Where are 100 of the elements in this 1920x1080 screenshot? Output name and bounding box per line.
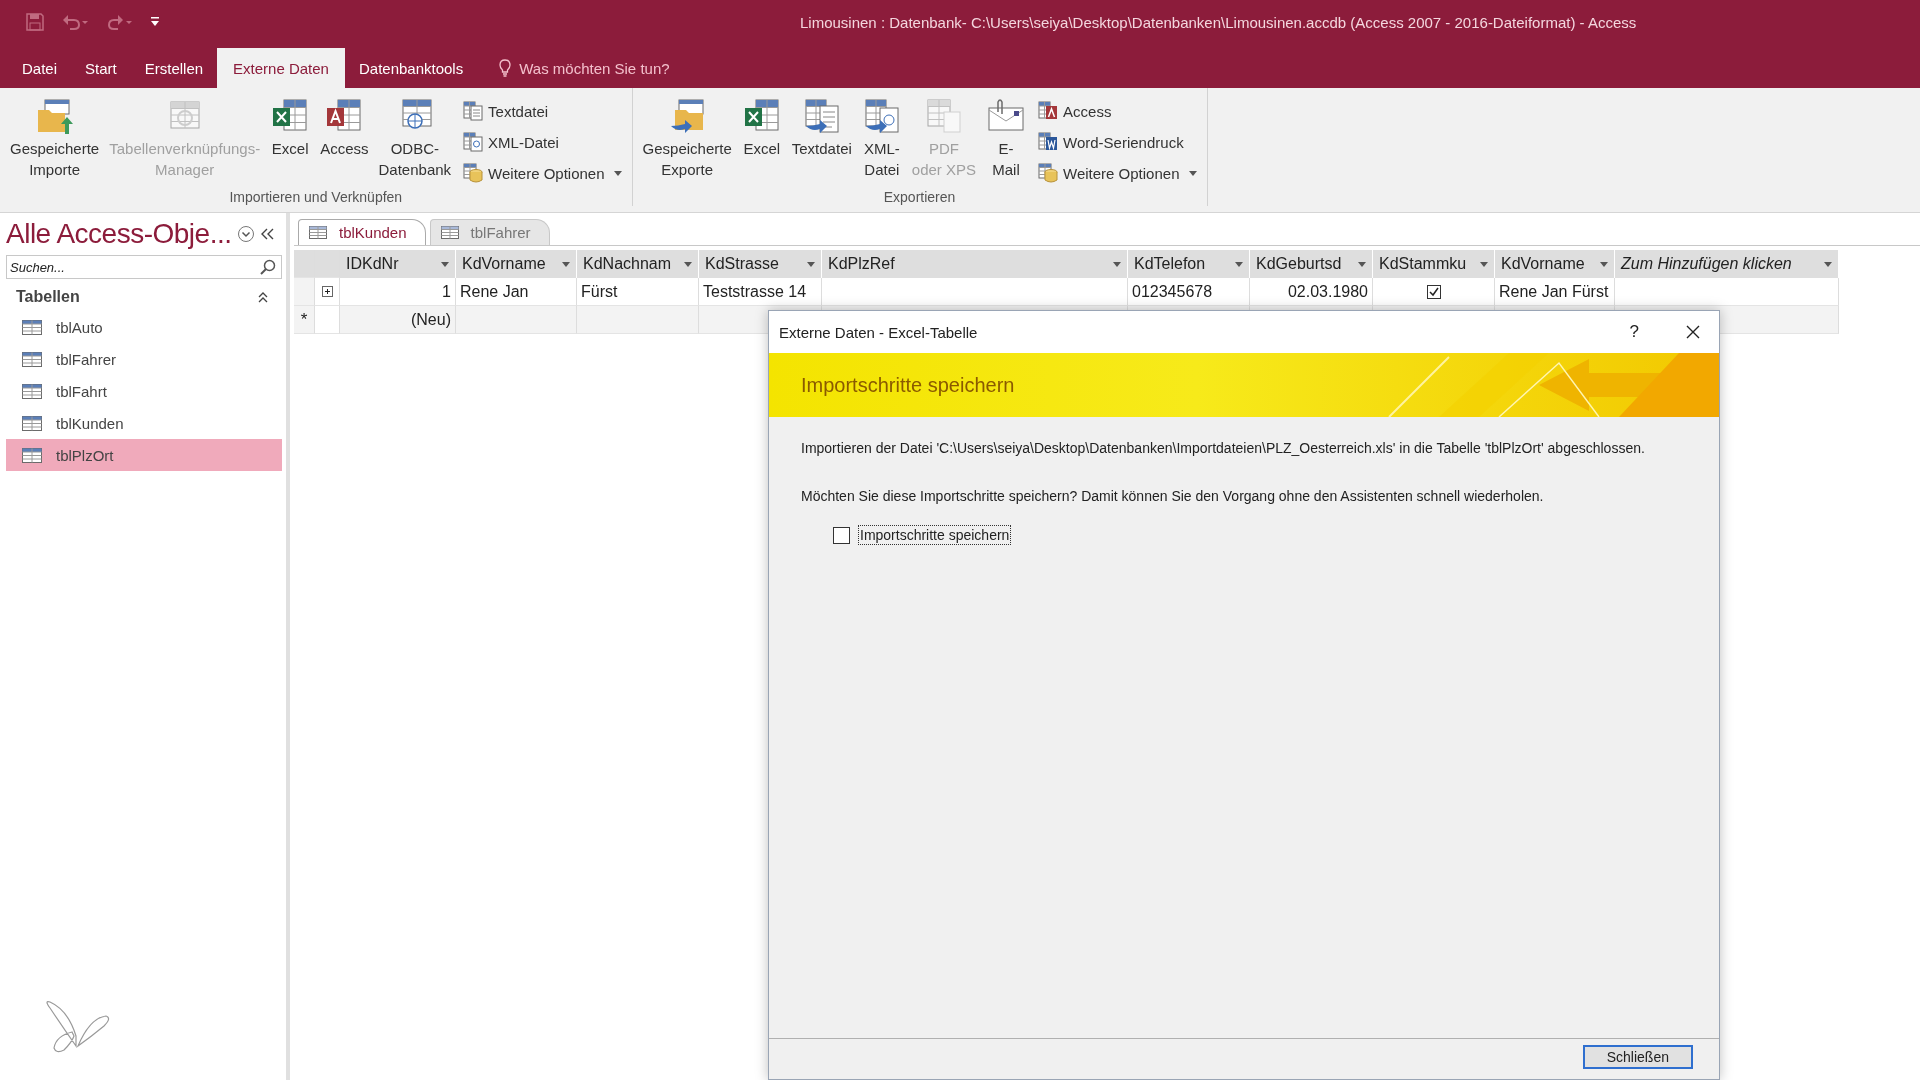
ribbon-button[interactable]: Textdatei bbox=[463, 98, 622, 124]
navigation-item[interactable]: tblPlzOrt bbox=[6, 439, 282, 471]
message-text: Importieren der Datei 'C:\Users\seiya\Desktop\Datenbanken\Importdateien\PLZ_Oesterreich.xls' in die Tabelle 'tblPlzOrt' abgeschlossen. bbox=[801, 439, 1646, 457]
collapse-icon[interactable] bbox=[261, 228, 276, 240]
item-label: tblFahrt bbox=[56, 382, 107, 400]
database-icon bbox=[1038, 163, 1059, 183]
table-icon bbox=[22, 319, 42, 335]
column-header[interactable]: KdGeburtsd bbox=[1250, 250, 1373, 278]
header-label: KdStrasse bbox=[705, 255, 779, 273]
help-button[interactable]: ? bbox=[1629, 322, 1639, 342]
document-icon bbox=[463, 132, 484, 152]
ribbon-button[interactable]: Access bbox=[1038, 98, 1197, 124]
expand-icon[interactable] bbox=[321, 286, 333, 297]
table-icon bbox=[1038, 132, 1059, 152]
header-label: KdVorname bbox=[462, 255, 546, 273]
ribbon-tab[interactable]: Datenbanktools bbox=[344, 48, 478, 88]
table-cell: (Neu) bbox=[340, 306, 456, 334]
caret-icon bbox=[807, 261, 815, 267]
pane-title: Alle Access-Obje... bbox=[6, 218, 232, 250]
ribbon-button[interactable]: XML- Datei bbox=[857, 94, 906, 186]
question-text: Möchten Sie diese Importschritte speichern? Damit können Sie den Vorgang ohne den Assistenten schnell wiederholen. bbox=[801, 487, 1545, 505]
header-label: KdNachnam bbox=[583, 255, 672, 273]
caret-icon bbox=[1235, 261, 1243, 267]
caret-icon bbox=[1824, 261, 1832, 267]
column-header[interactable]: IDKdNr bbox=[340, 250, 456, 278]
caret-icon bbox=[1600, 261, 1608, 267]
ribbon-button[interactable]: ODBC- Datenbank bbox=[374, 94, 456, 186]
ribbon-button[interactable]: Weitere Optionen bbox=[463, 160, 622, 186]
caret-icon bbox=[613, 170, 622, 176]
table-icon bbox=[22, 383, 42, 399]
banner-title: Importschritte speichern bbox=[801, 373, 1015, 397]
item-label: tblFahrer bbox=[56, 350, 117, 368]
checkbox[interactable] bbox=[1426, 284, 1441, 299]
ribbon-button[interactable]: Weitere Optionen bbox=[1038, 160, 1197, 186]
navigation-item[interactable]: tblKunden bbox=[6, 407, 282, 439]
column-header[interactable]: Zum Hinzufügen klicken bbox=[1615, 250, 1839, 278]
tell-me-search[interactable]: Was möchten Sie tun? bbox=[519, 59, 670, 77]
ribbon-button[interactable]: XML-Datei bbox=[463, 129, 622, 155]
lightbulb-icon bbox=[499, 59, 512, 77]
item-label: tblPlzOrt bbox=[56, 446, 114, 464]
search-icon bbox=[260, 259, 276, 275]
header-label: KdStammku bbox=[1379, 255, 1467, 273]
ribbon-button[interactable]: Textdatei bbox=[787, 94, 856, 186]
group-label: Exportieren bbox=[882, 188, 957, 207]
caret-icon bbox=[1188, 170, 1197, 176]
window-title: Limousinen : Datenbank- C:\Users\seiya\Desktop\Datenbanken\Limousinen.accdb (Access 2007 - 2016-Dateiformat) - Access bbox=[800, 13, 1637, 31]
caret-icon bbox=[1480, 261, 1488, 267]
database-icon bbox=[463, 163, 484, 183]
column-header[interactable]: KdPlzRef bbox=[822, 250, 1128, 278]
ribbon-button[interactable]: Access bbox=[316, 94, 373, 186]
search-field[interactable]: Suchen... bbox=[6, 255, 282, 279]
document-icon bbox=[463, 101, 484, 121]
caret-icon bbox=[1113, 261, 1121, 267]
ribbon-button[interactable]: Gespeicherte Exporte bbox=[638, 94, 736, 186]
ribbon-button[interactable]: E- Mail bbox=[982, 94, 1031, 186]
item-label: tblAuto bbox=[56, 318, 103, 336]
column-header[interactable]: KdVorname bbox=[1495, 250, 1615, 278]
caret-icon bbox=[562, 261, 570, 267]
column-header[interactable]: KdVorname bbox=[456, 250, 577, 278]
document-tab[interactable]: tblKunden bbox=[298, 219, 426, 245]
navigation-item[interactable]: tblAuto bbox=[6, 311, 282, 343]
column-header[interactable]: KdStammku bbox=[1373, 250, 1495, 278]
customize-icon[interactable] bbox=[150, 16, 160, 28]
checkbox-label[interactable]: Importschritte speichern bbox=[858, 525, 1012, 545]
collapse-icon[interactable] bbox=[258, 291, 268, 303]
group-label: Importieren und Verknüpfen bbox=[228, 188, 404, 207]
document-tab[interactable]: tblFahrer bbox=[429, 219, 550, 245]
ribbon-tab[interactable]: Datei bbox=[8, 48, 72, 88]
header-label: Zum Hinzufügen klicken bbox=[1621, 255, 1792, 273]
caret-icon bbox=[1358, 261, 1366, 267]
header-label: KdGeburtsd bbox=[1256, 255, 1342, 273]
table-icon bbox=[1038, 101, 1059, 121]
ribbon-button[interactable]: Excel bbox=[737, 94, 786, 186]
column-header[interactable]: KdNachnam bbox=[577, 250, 699, 278]
header-label: IDKdNr bbox=[346, 255, 399, 273]
table-icon bbox=[22, 447, 42, 463]
table-icon bbox=[309, 226, 327, 239]
dialog-title: Externe Daten - Excel-Tabelle bbox=[779, 323, 979, 341]
dropdown-icon[interactable] bbox=[237, 225, 256, 243]
dialog-button[interactable]: Schließen bbox=[1582, 1045, 1693, 1069]
row-selector[interactable]: * bbox=[294, 306, 315, 334]
column-header[interactable]: KdTelefon bbox=[1128, 250, 1250, 278]
column-header[interactable]: KdStrasse bbox=[699, 250, 822, 278]
ribbon-button[interactable]: Gespeicherte Importe bbox=[6, 94, 104, 186]
close-icon[interactable] bbox=[1685, 324, 1701, 340]
navigation-item[interactable]: tblFahrer bbox=[6, 343, 282, 375]
ribbon-tab[interactable]: Externe Daten bbox=[217, 48, 345, 88]
new-record-mark: * bbox=[300, 309, 308, 330]
header-label: KdTelefon bbox=[1134, 255, 1206, 273]
ribbon-tab[interactable]: Start bbox=[71, 48, 131, 88]
ribbon-button[interactable]: Excel bbox=[266, 94, 315, 186]
navigation-item[interactable]: tblFahrt bbox=[6, 375, 282, 407]
group-header[interactable]: Tabellen bbox=[16, 288, 80, 306]
ribbon-tab[interactable]: Erstellen bbox=[130, 48, 218, 88]
caret-icon bbox=[684, 261, 692, 267]
table-icon bbox=[22, 415, 42, 431]
table-icon bbox=[440, 226, 459, 239]
caret-icon bbox=[441, 261, 449, 267]
checkbox[interactable] bbox=[833, 526, 850, 544]
ribbon-button[interactable]: Word-Seriendruck bbox=[1038, 129, 1197, 155]
